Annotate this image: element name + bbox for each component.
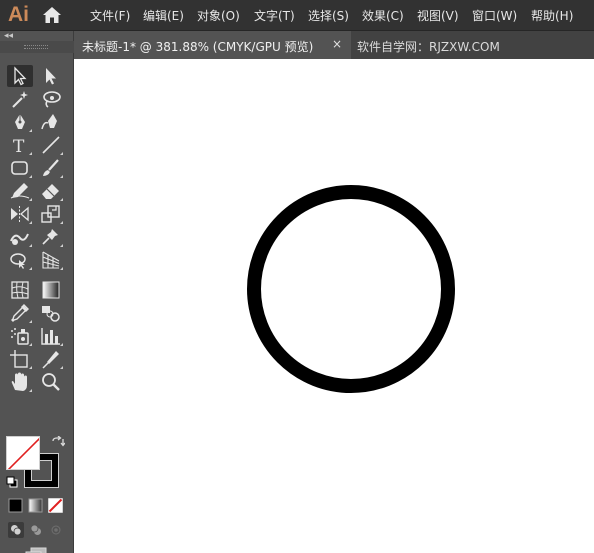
swap-fill-stroke-icon[interactable] [51,436,65,450]
arrow-hollow-icon [14,66,27,86]
puppet-warp-tool[interactable] [38,226,64,248]
rectangle-tool[interactable] [7,157,33,179]
home-icon[interactable] [42,6,62,24]
zoom-icon [42,373,60,391]
draw-normal-button[interactable] [8,522,24,538]
selection-tool[interactable] [7,65,33,87]
draw-behind-button[interactable] [28,522,44,538]
none-mode-button[interactable] [48,498,63,513]
magic-wand-tool[interactable] [7,88,33,110]
eraser-tool[interactable] [38,180,64,202]
column-graph-tool[interactable] [38,325,64,347]
tools-panel: ◂◂ T [0,31,74,553]
screen-mode-button[interactable] [24,547,48,553]
artboard-tool[interactable] [7,348,33,370]
tab-close-icon[interactable]: × [332,37,342,51]
solid-color-icon [8,498,23,513]
shape-builder-tool[interactable] [7,249,33,271]
zoom-tool[interactable] [38,371,64,393]
slice-tool[interactable] [38,348,64,370]
menu-help[interactable]: 帮助(H) [531,7,573,24]
gradient-tool[interactable] [38,279,64,301]
tab-document-other[interactable]: 软件自学网：RJZXW.COM [357,38,500,55]
paintbrush-tool[interactable] [38,157,64,179]
magic-wand-icon [12,91,28,108]
none-icon [48,498,63,513]
circle-shape[interactable] [245,183,457,395]
eyedropper-tool[interactable] [7,302,33,324]
menu-file[interactable]: 文件(F) [90,7,130,24]
draw-normal-icon [8,522,24,538]
app-logo: Ai [8,3,29,26]
mesh-icon [11,281,29,299]
menu-view[interactable]: 视图(V) [417,7,459,24]
perspective-grid-tool[interactable] [38,249,64,271]
arrow-filled-icon [46,68,56,85]
hand-tool[interactable] [7,371,33,393]
none-slash-icon [7,437,39,469]
curvature-tool[interactable] [38,111,64,133]
lasso-icon [43,91,61,108]
screen-mode-icon [25,547,47,553]
line-segment-tool[interactable] [38,134,64,156]
document-tab-bar: 未标题-1* @ 381.88% (CMYK/GPU 预览) × 软件自学网：R… [74,31,594,59]
pen-tool[interactable] [7,111,33,133]
direct-selection-tool[interactable] [38,65,64,87]
menu-effect[interactable]: 效果(C) [362,7,404,24]
color-mode-button[interactable] [8,498,23,513]
blend-tool[interactable] [38,302,64,324]
menu-window[interactable]: 窗口(W) [472,7,517,24]
blend-icon [42,306,60,322]
collapse-panel-button[interactable]: ◂◂ [4,31,13,41]
gradient-mode-button[interactable] [28,498,43,513]
draw-behind-icon [30,524,41,535]
menu-type[interactable]: 文字(T) [254,7,295,24]
gradient-icon [42,281,60,299]
draw-inside-icon [51,525,61,535]
gradient-swatch-icon [28,498,43,513]
draw-inside-button[interactable] [48,522,64,538]
mesh-tool[interactable] [7,279,33,301]
svg-text:T: T [13,137,25,156]
symbol-sprayer-tool[interactable] [7,325,33,347]
scale-tool[interactable] [38,203,64,225]
curvature-pen-icon [41,114,57,130]
type-tool[interactable]: T [7,134,33,156]
menu-object[interactable]: 对象(O) [197,7,240,24]
default-colors-icon[interactable] [6,476,18,488]
fill-color-swatch[interactable] [6,436,40,470]
shaper-tool[interactable] [7,180,33,202]
menu-edit[interactable]: 编辑(E) [143,7,184,24]
menu-select[interactable]: 选择(S) [308,7,349,24]
tab-document-active[interactable]: 未标题-1* @ 381.88% (CMYK/GPU 预览) × [74,31,351,59]
panel-grip[interactable] [0,41,74,53]
tab-label: 未标题-1* @ 381.88% (CMYK/GPU 预览) [82,40,314,54]
artboard-canvas[interactable] [75,59,594,553]
lasso-tool[interactable] [38,88,64,110]
reflect-tool[interactable] [7,203,33,225]
warp-tool[interactable] [7,226,33,248]
menu-bar: Ai 文件(F) 编辑(E) 对象(O) 文字(T) 选择(S) 效果(C) 视… [0,0,594,31]
